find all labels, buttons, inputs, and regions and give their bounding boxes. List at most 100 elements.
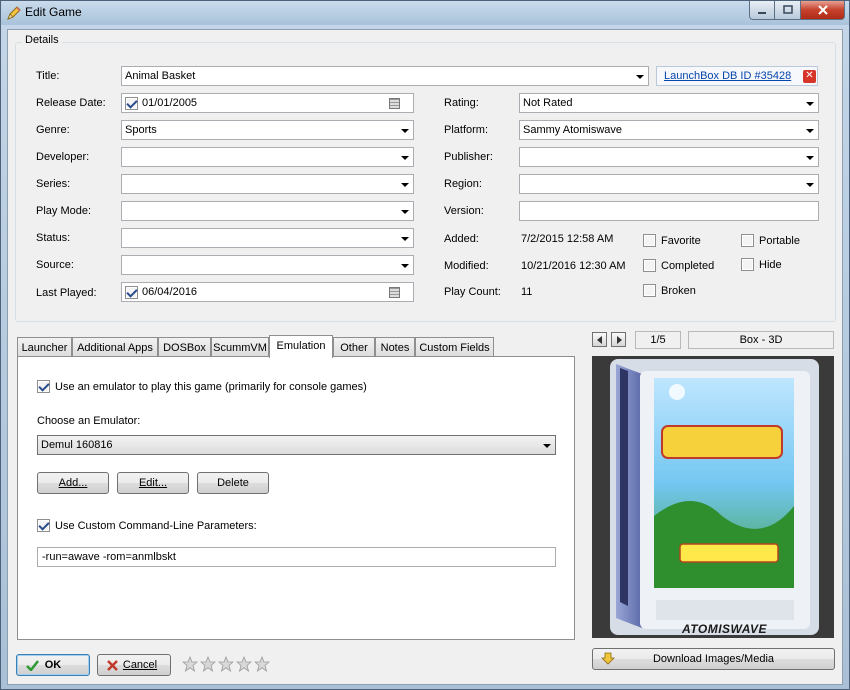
tab-label: DOSBox xyxy=(163,342,206,354)
cancel-button[interactable]: Cancel xyxy=(97,654,171,676)
star-rating[interactable] xyxy=(182,656,270,672)
play-count-label: Play Count: xyxy=(444,286,501,298)
tab-additional-apps[interactable]: Additional Apps xyxy=(72,337,158,357)
version-label: Version: xyxy=(444,205,484,217)
star-icon[interactable] xyxy=(254,656,270,672)
star-icon[interactable] xyxy=(200,656,216,672)
launchbox-db-link[interactable]: LaunchBox DB ID #35428 xyxy=(656,66,818,86)
hide-checkbox[interactable] xyxy=(741,258,754,271)
cmd-params-value: -run=awave -rom=anmlbskt xyxy=(42,551,176,563)
edit-game-window: Edit Game Details Title: Release Date: G… xyxy=(0,0,850,690)
title-value: Animal Basket xyxy=(125,70,196,82)
image-type[interactable]: Box - 3D xyxy=(688,331,834,349)
region-combo[interactable] xyxy=(519,174,819,194)
tab-label: Other xyxy=(340,342,368,354)
region-label: Region: xyxy=(444,178,482,190)
chevron-down-icon xyxy=(401,264,409,268)
tab-label: Emulation xyxy=(276,340,326,352)
hide-label: Hide xyxy=(759,259,782,271)
tab-other[interactable]: Other xyxy=(333,337,375,357)
rating-combo[interactable]: Not Rated xyxy=(519,93,819,113)
use-emulator-label: Use an emulator to play this game (prima… xyxy=(55,381,367,393)
pencil-icon xyxy=(7,6,21,20)
edit-emulator-button[interactable]: Edit... xyxy=(117,472,189,494)
last-played-picker[interactable]: 06/04/2016 xyxy=(121,282,414,302)
chevron-down-icon xyxy=(636,75,644,79)
broken-checkbox[interactable] xyxy=(643,284,656,297)
button-label: Delete xyxy=(217,477,249,489)
tab-label: ScummVM xyxy=(213,342,267,354)
release-date-picker[interactable]: 01/01/2005 xyxy=(121,93,414,113)
developer-combo[interactable] xyxy=(121,147,414,167)
close-button[interactable] xyxy=(801,1,845,20)
use-emulator-checkbox[interactable] xyxy=(37,380,50,393)
button-label: Download Images/Media xyxy=(652,653,775,665)
calendar-icon[interactable] xyxy=(389,287,400,298)
minimize-button[interactable] xyxy=(749,1,775,20)
chevron-down-icon xyxy=(543,444,551,448)
download-icon xyxy=(601,652,615,665)
play-mode-combo[interactable] xyxy=(121,201,414,221)
completed-checkbox[interactable] xyxy=(643,259,656,272)
title-bar[interactable]: Edit Game xyxy=(1,1,849,25)
star-icon[interactable] xyxy=(218,656,234,672)
release-date-label: Release Date: xyxy=(36,97,106,109)
tab-dosbox[interactable]: DOSBox xyxy=(158,337,211,357)
tab-label: Additional Apps xyxy=(77,342,153,354)
source-combo[interactable] xyxy=(121,255,414,275)
release-date-value: 01/01/2005 xyxy=(142,97,198,109)
publisher-combo[interactable] xyxy=(519,147,819,167)
chevron-down-icon xyxy=(401,129,409,133)
maximize-button[interactable] xyxy=(775,1,801,20)
button-label: OK xyxy=(44,659,62,671)
platform-value: Sammy Atomiswave xyxy=(523,124,623,136)
last-played-checkbox[interactable] xyxy=(125,286,138,299)
developer-label: Developer: xyxy=(36,151,90,163)
tab-label: Notes xyxy=(380,342,410,354)
close-icon: ✕ xyxy=(805,70,814,81)
emulation-panel: Use an emulator to play this game (prima… xyxy=(17,356,575,640)
box-logo-text: ATOMISWAVE xyxy=(682,622,768,636)
star-icon[interactable] xyxy=(236,656,252,672)
custom-cmd-checkbox[interactable] xyxy=(37,519,50,532)
series-combo[interactable] xyxy=(121,174,414,194)
tab-custom-fields[interactable]: Custom Fields xyxy=(415,337,494,357)
modified-value: 10/21/2016 12:30 AM xyxy=(521,260,626,272)
launchbox-db-link-text[interactable]: LaunchBox DB ID #35428 xyxy=(664,70,791,82)
last-played-label: Last Played: xyxy=(36,287,97,299)
star-icon[interactable] xyxy=(182,656,198,672)
favorite-label: Favorite xyxy=(661,235,701,247)
chevron-right-icon xyxy=(617,336,622,344)
ok-button[interactable]: OK xyxy=(16,654,90,676)
button-label: Add... xyxy=(58,477,88,489)
calendar-icon[interactable] xyxy=(389,98,400,109)
chevron-down-icon xyxy=(806,129,814,133)
platform-combo[interactable]: Sammy Atomiswave xyxy=(519,120,819,140)
genre-combo[interactable]: Sports xyxy=(121,120,414,140)
cmd-params-input[interactable]: -run=awave -rom=anmlbskt xyxy=(37,547,556,567)
status-combo[interactable] xyxy=(121,228,414,248)
next-image-button[interactable] xyxy=(611,332,626,347)
tab-emulation[interactable]: Emulation xyxy=(269,335,333,358)
added-label: Added: xyxy=(444,233,479,245)
choose-emulator-label: Choose an Emulator: xyxy=(37,415,141,427)
prev-image-button[interactable] xyxy=(592,332,607,347)
tab-notes[interactable]: Notes xyxy=(375,337,415,357)
minimize-icon xyxy=(758,12,766,14)
delete-emulator-button[interactable]: Delete xyxy=(197,472,269,494)
tab-launcher[interactable]: Launcher xyxy=(17,337,72,357)
version-input[interactable] xyxy=(519,201,819,221)
release-date-checkbox[interactable] xyxy=(125,97,138,110)
emulator-combo[interactable]: Demul 160816 xyxy=(37,435,556,455)
favorite-checkbox[interactable] xyxy=(643,234,656,247)
title-combo[interactable]: Animal Basket xyxy=(121,66,649,86)
tab-scummvm[interactable]: ScummVM xyxy=(211,337,269,357)
chevron-down-icon xyxy=(806,183,814,187)
button-label: Edit... xyxy=(138,477,168,489)
download-images-button[interactable]: Download Images/Media xyxy=(592,648,835,670)
custom-cmd-label: Use Custom Command-Line Parameters: xyxy=(55,520,257,532)
add-emulator-button[interactable]: Add... xyxy=(37,472,109,494)
clear-db-id-button[interactable]: ✕ xyxy=(803,70,816,83)
portable-checkbox[interactable] xyxy=(741,234,754,247)
chevron-down-icon xyxy=(806,156,814,160)
